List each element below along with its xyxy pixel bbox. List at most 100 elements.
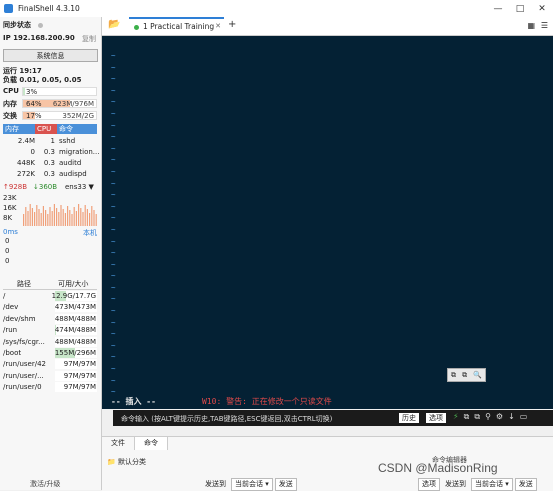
memory-meter: 内存 64% 623M/976M	[3, 99, 97, 108]
tab-commands[interactable]: 命令	[135, 437, 168, 450]
disk-row[interactable]: /sys/fs/cgr... 488M/488M	[3, 336, 97, 348]
traffic-bar	[93, 210, 95, 226]
search-icon[interactable]: 🔍	[473, 371, 482, 379]
disk-path: /run/user/42	[3, 360, 47, 369]
traffic-bar	[60, 205, 62, 226]
sidebar: 同步状态 IP 192.168.200.90 复制 系统信息 运行 19:17 …	[0, 17, 102, 490]
ping-value: 0	[5, 257, 10, 265]
disk-size: 97M/97M	[63, 371, 96, 380]
disk-row[interactable]: /dev/shm 488M/488M	[3, 313, 97, 325]
copy-icon[interactable]: ⧉	[451, 371, 456, 380]
traffic-bar	[56, 208, 58, 226]
activate-link[interactable]: 激活/升级	[30, 479, 60, 489]
process-row[interactable]: 448K 0.3 auditd	[3, 158, 97, 168]
close-button[interactable]: ✕	[531, 0, 553, 17]
proc-cpu: 0.3	[43, 159, 55, 167]
cpu-meter: CPU 3%	[3, 87, 97, 96]
command-category[interactable]: 📁 默认分类	[107, 457, 146, 467]
traffic-bar	[86, 209, 88, 226]
proc-header-cmd[interactable]: 命令	[57, 124, 97, 134]
minimize-button[interactable]: —	[487, 0, 509, 17]
disk-path: /boot	[3, 349, 22, 357]
editor-options-button[interactable]: 选项	[418, 478, 440, 491]
gear-icon[interactable]: ⚙	[496, 412, 503, 422]
paste-icon[interactable]: ⧉	[474, 412, 480, 422]
send-to-label: 发送到	[205, 480, 226, 488]
vim-mode: -- 插入 --	[111, 397, 156, 406]
close-tab-icon[interactable]: ✕	[215, 22, 221, 30]
disk-path: /run	[3, 326, 18, 335]
disk-row[interactable]: /run 474M/488M	[3, 325, 97, 336]
terminal[interactable]: ~ ~ ~ ~ ~ ~ ~ ~ ~ ~ ~ ~ ~ ~ ~ ~ ~ ~ ~ ~ …	[102, 36, 553, 409]
process-row[interactable]: 272K 0.3 audispd	[3, 169, 97, 179]
sysinfo-button[interactable]: 系统信息	[3, 49, 98, 62]
net-scale-label: 8K	[3, 214, 13, 222]
maximize-button[interactable]: □	[509, 0, 531, 17]
tab-files[interactable]: 文件	[102, 437, 135, 450]
session-select[interactable]: 当前会话 ▾	[231, 478, 273, 491]
copy-icon[interactable]: ⧉	[464, 412, 470, 422]
traffic-bar	[95, 214, 97, 226]
traffic-bar	[31, 208, 33, 226]
add-tab-button[interactable]: +	[228, 19, 236, 30]
disk-usage: 12.9G/17.7G	[52, 291, 97, 301]
search-icon[interactable]: ⚲	[485, 412, 491, 422]
process-table-header: 内存 CPU 命令	[3, 124, 97, 134]
proc-header-cpu[interactable]: CPU	[35, 124, 57, 134]
disk-row[interactable]: /dev 473M/473M	[3, 302, 97, 313]
traffic-bar	[29, 204, 31, 226]
connected-dot-icon	[134, 25, 139, 30]
traffic-bar	[71, 214, 73, 226]
swap-meter: 交换 17% 352M/2G	[3, 111, 97, 120]
editor-send-button[interactable]: 发送	[514, 478, 537, 491]
disk-usage: 155M/296M	[55, 348, 97, 358]
ip-address: IP 192.168.200.90	[3, 34, 75, 42]
vim-empty-lines: ~ ~ ~ ~ ~ ~ ~ ~ ~ ~ ~ ~ ~ ~ ~ ~ ~ ~ ~ ~ …	[111, 51, 116, 397]
proc-header-mem[interactable]: 内存	[3, 124, 35, 134]
proc-mem: 0	[30, 148, 35, 156]
proc-mem: 2.4M	[17, 137, 35, 145]
process-row[interactable]: 0 0.3 migration...	[3, 147, 100, 157]
process-row[interactable]: 2.4M 1 sshd	[3, 136, 97, 146]
sync-status: 同步状态	[3, 21, 31, 29]
proc-cmd: auditd	[59, 159, 82, 167]
paste-icon[interactable]: ⧉	[462, 371, 467, 380]
send-button[interactable]: 发送	[274, 478, 297, 491]
tab-label: 1 Practical Training	[143, 22, 215, 31]
traffic-bar	[75, 211, 77, 226]
traffic-bar	[40, 213, 42, 226]
window-icon[interactable]: ▭	[520, 412, 528, 422]
command-input[interactable]: 命令输入 (按ALT键提示历史,TAB键路径,ESC键返回,双击CTRL切换)	[121, 414, 332, 424]
session-select-value: 当前会话	[235, 480, 263, 488]
history-button[interactable]: 历史	[399, 413, 419, 423]
disk-path: /	[3, 292, 6, 300]
proc-cmd: audispd	[59, 170, 87, 178]
session-select-value: 当前会话	[475, 480, 503, 488]
disk-row[interactable]: /run/user/42 97M/97M	[3, 359, 97, 370]
options-button[interactable]: 选项	[426, 413, 446, 423]
sync-dot-icon	[38, 23, 43, 28]
interface-select[interactable]: ens33 ▼	[65, 183, 94, 191]
tab-practical-training[interactable]: 1 Practical Training ✕	[129, 17, 224, 35]
disk-row[interactable]: /run/user/0 97M/97M	[3, 382, 97, 393]
editor-session-select[interactable]: 当前会话 ▾	[471, 478, 513, 491]
disk-path: /dev	[3, 303, 19, 312]
command-input-bar[interactable]: 命令输入 (按ALT键提示历史,TAB键路径,ESC键返回,双击CTRL切换) …	[113, 410, 553, 426]
download-rate: ↓360B	[33, 183, 58, 191]
folder-icon[interactable]: 📂	[108, 20, 120, 30]
traffic-bar	[89, 213, 91, 226]
menu-icon[interactable]: ☰	[541, 21, 548, 30]
copy-button[interactable]: 复制	[82, 34, 96, 44]
bottom-panel: 文件 命令 📁 默认分类 命令编辑器 CSDN @MadisonRing 发送到…	[102, 436, 553, 491]
traffic-bar	[45, 210, 47, 226]
ping-target-local[interactable]: 本机	[83, 228, 97, 238]
disk-row[interactable]: / 12.9G/17.7G	[3, 291, 97, 302]
send-row-left: 发送到 当前会话 ▾ 发送	[202, 478, 299, 491]
grid-view-icon[interactable]: ▦	[527, 21, 535, 30]
disk-row[interactable]: /boot 155M/296M	[3, 348, 97, 359]
disk-row[interactable]: /run/user/... 97M/97M	[3, 370, 97, 382]
bolt-icon[interactable]: ⚡	[453, 412, 459, 422]
disk-usage: 474M/488M	[55, 325, 97, 336]
disk-size: 488M/488M	[54, 314, 96, 323]
download-icon[interactable]: ↓	[508, 412, 515, 422]
